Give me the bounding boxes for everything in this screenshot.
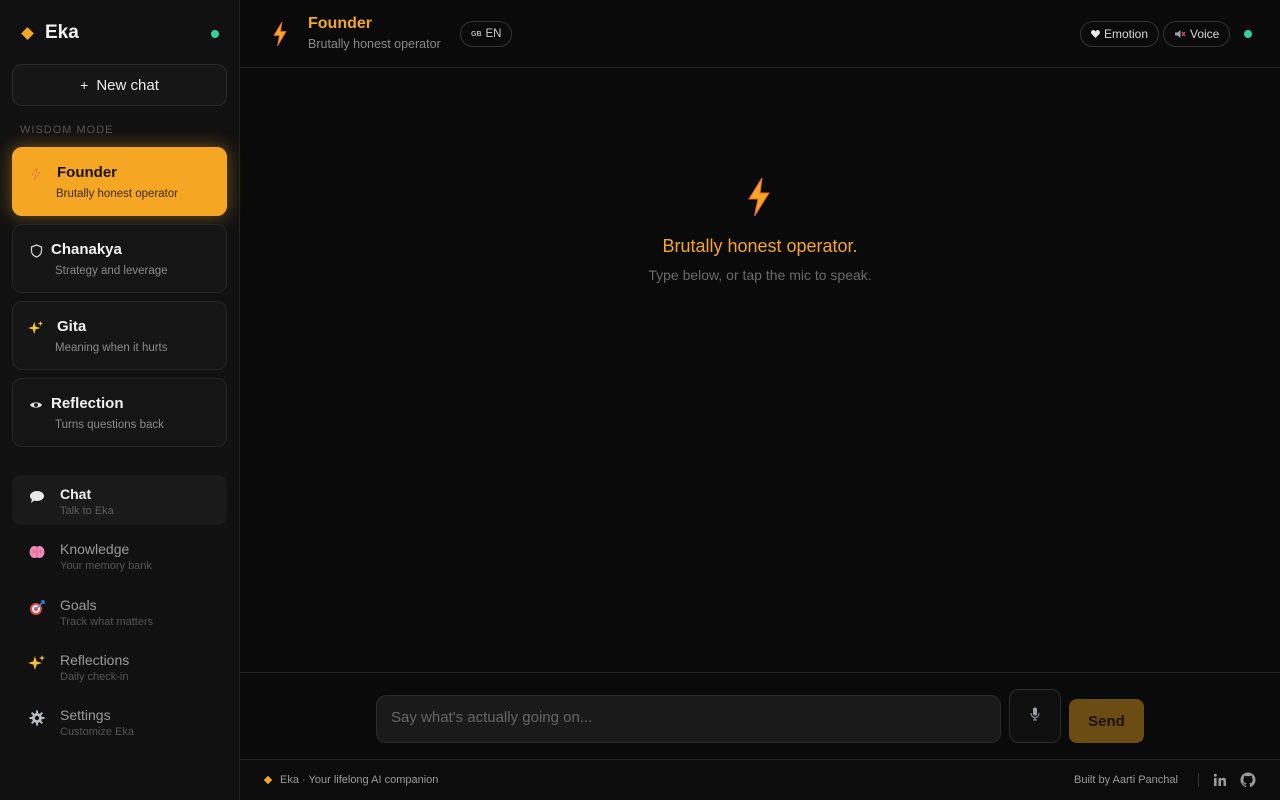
footer-divider — [1198, 773, 1199, 787]
wisdom-mode-label: WISDOM MODE — [20, 124, 114, 136]
sparkles-icon — [28, 654, 46, 672]
plus-icon: + — [80, 77, 89, 93]
nav-item-goals[interactable]: Goals Track what matters — [12, 586, 227, 636]
language-selector[interactable]: GB EN — [460, 21, 513, 47]
nav-subtitle: Daily check-in — [60, 671, 129, 683]
new-chat-label: New chat — [96, 76, 159, 94]
mode-reflection[interactable]: Reflection Turns questions back — [12, 378, 227, 447]
emotion-label: Emotion — [1104, 27, 1149, 41]
sparkles-icon — [28, 320, 44, 336]
mode-title: Founder — [57, 164, 117, 181]
target-icon — [28, 599, 46, 617]
heart-icon — [1091, 30, 1100, 38]
nav-title: Goals — [60, 597, 97, 613]
new-chat-button[interactable]: + New chat — [12, 64, 227, 106]
footer-credit: Built by Aarti Panchal — [1074, 774, 1178, 786]
header-subtitle: Brutally honest operator — [308, 37, 441, 51]
nav-subtitle: Customize Eka — [60, 726, 134, 738]
voice-label: Voice — [1190, 27, 1220, 41]
emotion-toggle[interactable]: Emotion — [1080, 21, 1160, 47]
sidebar: Eka + New chat WISDOM MODE Founder Bruta… — [0, 0, 240, 800]
nav-item-knowledge[interactable]: Knowledge Your memory bank — [12, 530, 227, 580]
nav-title: Chat — [60, 486, 92, 502]
voice-toggle[interactable]: Voice — [1163, 21, 1231, 47]
mode-title: Chanakya — [51, 241, 122, 258]
send-button[interactable]: Send — [1069, 699, 1144, 743]
mode-founder[interactable]: Founder Brutally honest operator — [12, 147, 227, 216]
online-status-dot — [211, 30, 219, 38]
app-name: Eka — [45, 22, 79, 43]
mode-subtitle: Meaning when it hurts — [55, 342, 168, 354]
nav-title: Knowledge — [60, 541, 130, 557]
linkedin-icon[interactable] — [1213, 773, 1227, 787]
nav-item-reflections[interactable]: Reflections Daily check-in — [12, 641, 227, 691]
nav-subtitle: Talk to Eka — [60, 505, 114, 517]
speech-bubble-icon — [28, 488, 46, 506]
mode-subtitle: Strategy and leverage — [55, 265, 168, 277]
composer-divider — [240, 672, 1280, 673]
footer-tagline-text: Eka · Your lifelong AI companion — [280, 774, 439, 786]
gear-icon — [28, 709, 46, 727]
microphone-button[interactable] — [1009, 689, 1061, 743]
github-icon[interactable] — [1240, 772, 1256, 788]
eye-icon — [28, 397, 44, 413]
nav-item-settings[interactable]: Settings Customize Eka — [12, 696, 227, 746]
nav-subtitle: Your memory bank — [60, 560, 152, 572]
nav-item-chat[interactable]: Chat Talk to Eka — [12, 475, 227, 525]
nav-title: Reflections — [60, 652, 130, 668]
lightning-icon — [273, 21, 287, 51]
mode-subtitle: Brutally honest operator — [56, 188, 179, 200]
connection-status-dot — [1244, 30, 1252, 38]
speaker-muted-icon — [1174, 29, 1186, 39]
brain-icon — [28, 543, 46, 561]
nav-subtitle: Track what matters — [60, 616, 154, 628]
message-input[interactable] — [376, 695, 1001, 743]
nav-title: Settings — [60, 707, 111, 723]
gb-flag-icon: GB — [471, 30, 482, 38]
shield-icon — [28, 243, 44, 259]
microphone-icon — [1030, 707, 1040, 726]
lightning-icon — [747, 177, 771, 221]
footer-tagline: Eka · Your lifelong AI companion — [263, 774, 439, 786]
mode-gita[interactable]: Gita Meaning when it hurts — [12, 301, 227, 370]
chat-header: Founder Brutally honest operator GB EN E… — [240, 0, 1280, 68]
mode-chanakya[interactable]: Chanakya Strategy and leverage — [12, 224, 227, 293]
language-label: EN — [485, 28, 502, 40]
lightning-icon — [28, 166, 44, 182]
mode-title: Gita — [57, 318, 87, 335]
diamond-logo-icon — [21, 26, 34, 40]
empty-state-title: Brutally honest operator. — [662, 236, 858, 256]
header-title: Founder — [308, 15, 372, 32]
footer: Eka · Your lifelong AI companion Built b… — [240, 759, 1280, 800]
mode-subtitle: Turns questions back — [55, 419, 164, 431]
mode-title: Reflection — [51, 395, 124, 412]
brand[interactable]: Eka — [20, 22, 79, 44]
empty-state-subtitle: Type below, or tap the mic to speak. — [648, 267, 872, 283]
diamond-logo-icon — [263, 775, 273, 785]
